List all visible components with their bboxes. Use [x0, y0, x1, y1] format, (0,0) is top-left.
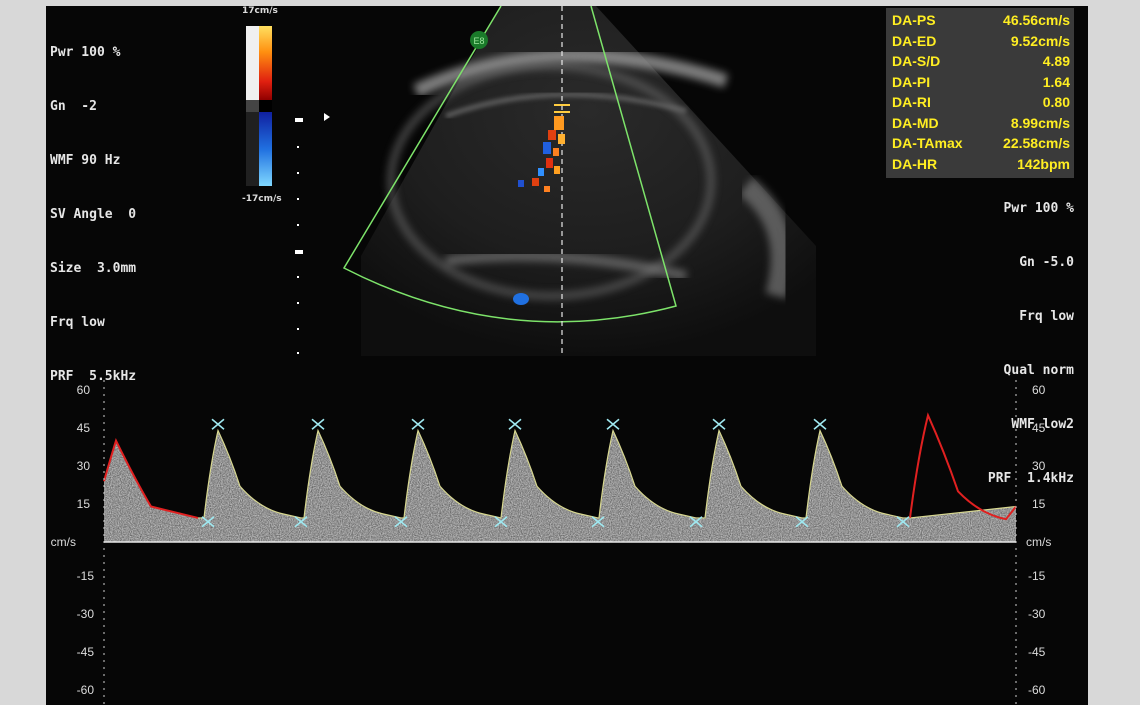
- probe-badge-text: E8: [473, 36, 484, 46]
- measurement-panel: DA-PS 46.56cm/s DA-ED 9.52cm/s DA-S/D 4.89 …: [886, 8, 1074, 178]
- tick-label-left: 15: [77, 497, 91, 511]
- tick-label-left: -15: [77, 569, 95, 583]
- setting-power: Pwr 100 %: [1003, 201, 1074, 216]
- focus-marker-icon: [324, 113, 330, 121]
- measurement-row: DA-ED 9.52cm/s: [892, 32, 1070, 49]
- cycle-marker: [712, 418, 726, 430]
- tick-label-left: 45: [77, 421, 91, 435]
- tick-label-left: 60: [77, 383, 91, 397]
- tick-label-right: 45: [1032, 421, 1046, 435]
- cycle-marker: [606, 418, 620, 430]
- setting-sv-angle: SV Angle 0: [50, 207, 137, 222]
- tick-label-right: -15: [1028, 569, 1046, 583]
- left-settings-panel: Pwr 100 % Gn -2 WMF 90 Hz SV Angle 0 Siz…: [50, 8, 136, 422]
- spectrum-fill: [104, 430, 1016, 542]
- tick-label-right: -30: [1028, 607, 1046, 621]
- tick-label-left: -45: [77, 645, 95, 659]
- setting-wmf: WMF 90 Hz: [50, 153, 121, 168]
- measurement-row: DA-PS 46.56cm/s: [892, 12, 1070, 28]
- cycle-marker: [311, 418, 325, 430]
- cycle-marker: [813, 418, 827, 430]
- setting-frequency: Frq low: [1019, 309, 1074, 324]
- axis-unit-right: cm/s: [1026, 535, 1051, 549]
- measurement-row: DA-MD 8.99cm/s: [892, 114, 1070, 131]
- setting-gain: Gn -2: [50, 99, 97, 114]
- tick-label-right: -60: [1028, 683, 1046, 697]
- setting-size: Size 3.0mm: [50, 261, 137, 276]
- measurement-row: DA-TAmax 22.58cm/s: [892, 135, 1070, 151]
- measurement-row: DA-RI 0.80: [892, 94, 1070, 110]
- color-velocity-scale: [246, 26, 272, 186]
- tick-label-right: 60: [1032, 383, 1046, 397]
- tick-label-left: -60: [77, 683, 95, 697]
- setting-gain: Gn -5.0: [1019, 255, 1074, 270]
- tick-label-right: 15: [1032, 497, 1046, 511]
- cycle-marker: [508, 418, 522, 430]
- cycle-marker: [211, 418, 225, 430]
- tick-label-left: 30: [77, 459, 91, 473]
- measurement-row: DA-PI 1.64: [892, 73, 1070, 90]
- depth-scale: [295, 118, 303, 354]
- axis-unit-left: cm/s: [51, 535, 76, 549]
- color-scale-top-label: 17cm/s: [242, 6, 278, 16]
- color-scale-bottom-label: -17cm/s: [242, 194, 282, 204]
- b-mode-image: E8: [342, 6, 816, 356]
- spectral-doppler: 60 45 30 15 cm/s -15 -30 -45 -60 60 45 3…: [51, 380, 1051, 705]
- ultrasound-screen: Pwr 100 % Gn -2 WMF 90 Hz SV Angle 0 Siz…: [46, 6, 1088, 705]
- setting-power: Pwr 100 %: [50, 45, 121, 60]
- cycle-marker: [411, 418, 425, 430]
- tick-label-left: -30: [77, 607, 95, 621]
- tick-label-right: -45: [1028, 645, 1046, 659]
- traced-envelope-right: [909, 412, 1017, 521]
- measurement-row: DA-S/D 4.89: [892, 53, 1070, 69]
- setting-frequency: Frq low: [50, 315, 105, 330]
- tick-label-right: 30: [1032, 459, 1046, 473]
